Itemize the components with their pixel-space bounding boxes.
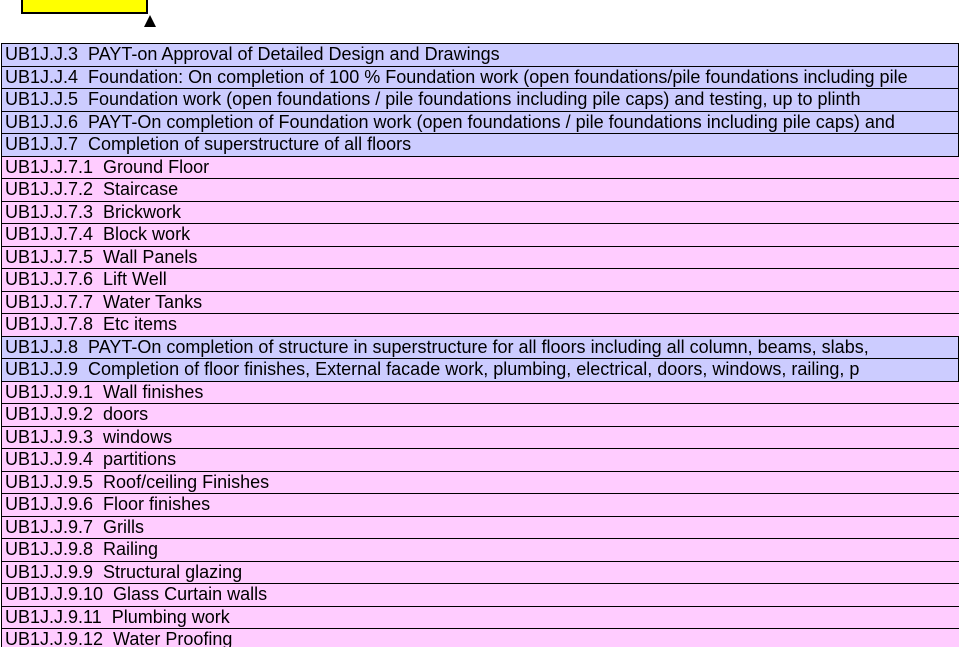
level-row[interactable]: UB1J.J.3 PAYT-on Approval of Detailed De…	[1, 44, 959, 67]
sub-item-row[interactable]: UB1J.J.7.1 Ground Floor	[1, 156, 959, 179]
activity-list: UB1J.J.3 PAYT-on Approval of Detailed De…	[1, 43, 959, 647]
level-row[interactable]: UB1J.J.7 Completion of superstructure of…	[1, 134, 959, 157]
sub-item-row[interactable]: UB1J.J.7.4 Block work	[1, 224, 959, 247]
sub-item-row[interactable]: UB1J.J.9.12 Water Proofing	[1, 629, 959, 647]
level-row[interactable]: UB1J.J.6 PAYT-On completion of Foundatio…	[1, 111, 959, 134]
sub-item-row[interactable]: UB1J.J.9.7 Grills	[1, 516, 959, 539]
sub-item-row[interactable]: UB1J.J.7.8 Etc items	[1, 314, 959, 337]
sub-item-row[interactable]: UB1J.J.9.11 Plumbing work	[1, 606, 959, 629]
sub-item-row[interactable]: UB1J.J.7.2 Staircase	[1, 179, 959, 202]
sub-item-row[interactable]: UB1J.J.9.8 Railing	[1, 539, 959, 562]
level-row[interactable]: UB1J.J.9 Completion of floor finishes, E…	[1, 359, 959, 382]
sub-item-row[interactable]: UB1J.J.9.6 Floor finishes	[1, 494, 959, 517]
sub-item-row[interactable]: UB1J.J.7.6 Lift Well	[1, 269, 959, 292]
sub-item-row[interactable]: UB1J.J.9.9 Structural glazing	[1, 561, 959, 584]
level-row[interactable]: UB1J.J.4 Foundation: On completion of 10…	[1, 66, 959, 89]
sub-item-row[interactable]: UB1J.J.9.10 Glass Curtain walls	[1, 584, 959, 607]
yellow-header-box[interactable]	[21, 0, 148, 14]
sub-item-row[interactable]: UB1J.J.9.5 Roof/ceiling Finishes	[1, 471, 959, 494]
sub-item-row[interactable]: UB1J.J.7.7 Water Tanks	[1, 291, 959, 314]
sub-item-row[interactable]: UB1J.J.9.4 partitions	[1, 449, 959, 472]
spreadsheet-view: UB1J.J.3 PAYT-on Approval of Detailed De…	[0, 0, 959, 647]
sub-item-row[interactable]: UB1J.J.9.1 Wall finishes	[1, 381, 959, 404]
level-row[interactable]: UB1J.J.5 Foundation work (open foundatio…	[1, 89, 959, 112]
sub-item-row[interactable]: UB1J.J.7.5 Wall Panels	[1, 246, 959, 269]
sub-item-row[interactable]: UB1J.J.9.2 doors	[1, 404, 959, 427]
level-row[interactable]: UB1J.J.8 PAYT-On completion of structure…	[1, 336, 959, 359]
sub-item-row[interactable]: UB1J.J.7.3 Brickwork	[1, 201, 959, 224]
resize-arrow-icon[interactable]	[144, 15, 156, 27]
sub-item-row[interactable]: UB1J.J.9.3 windows	[1, 426, 959, 449]
